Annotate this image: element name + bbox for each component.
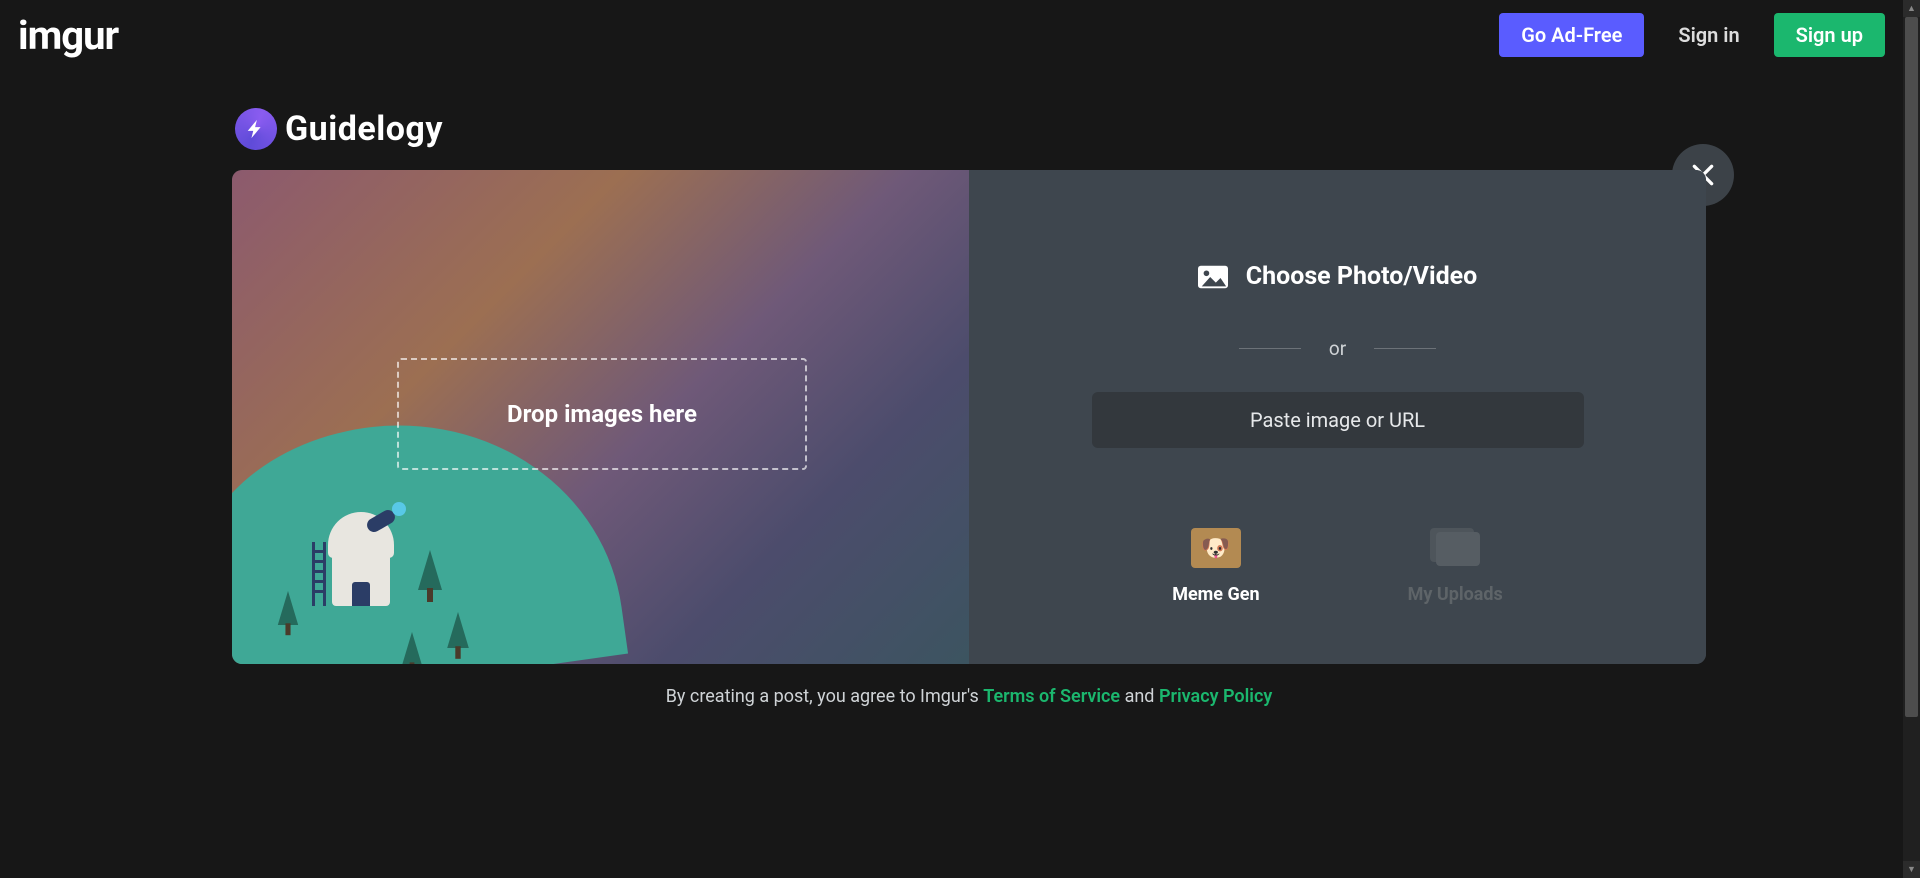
my-uploads-label: My Uploads <box>1408 584 1503 605</box>
upload-options-panel: Choose Photo/Video or 🐶 Meme Gen My Uplo… <box>969 170 1706 664</box>
my-uploads-button[interactable]: My Uploads <box>1408 528 1503 605</box>
scrollbar-thumb[interactable] <box>1905 17 1918 717</box>
drop-zone-label: Drop images here <box>507 400 697 428</box>
tree-icon <box>278 591 298 625</box>
drop-zone[interactable]: Drop images here <box>397 358 807 470</box>
legal-text: By creating a post, you agree to Imgur's… <box>232 686 1706 707</box>
top-nav: imgur Go Ad-Free Sign in Sign up <box>0 0 1903 70</box>
terms-of-service-link[interactable]: Terms of Service <box>983 686 1120 707</box>
meme-gen-label: Meme Gen <box>1172 584 1259 605</box>
guidelogy-badge[interactable]: Guidelogy <box>235 108 443 150</box>
or-label: or <box>1329 337 1346 360</box>
meme-gen-button[interactable]: 🐶 Meme Gen <box>1172 528 1259 605</box>
window-scrollbar[interactable]: ▲ ▼ <box>1903 0 1920 878</box>
tree-icon <box>418 550 442 590</box>
imgur-logo[interactable]: imgur <box>18 12 118 59</box>
secondary-options: 🐶 Meme Gen My Uploads <box>1172 528 1503 605</box>
guidelogy-bolt-icon <box>235 108 277 150</box>
legal-prefix: By creating a post, you agree to Imgur's <box>666 686 979 707</box>
privacy-policy-link[interactable]: Privacy Policy <box>1159 686 1272 707</box>
separator-line <box>1239 348 1301 349</box>
uploads-stack-icon <box>1430 528 1480 568</box>
tree-icon <box>447 612 469 648</box>
scroll-up-arrow-icon[interactable]: ▲ <box>1903 0 1920 17</box>
legal-and: and <box>1125 686 1155 707</box>
drop-panel[interactable]: Drop images here <box>232 170 969 664</box>
choose-photo-video-button[interactable]: Choose Photo/Video <box>1198 262 1478 291</box>
guidelogy-label: Guidelogy <box>285 109 443 149</box>
scroll-down-arrow-icon[interactable]: ▼ <box>1903 861 1920 878</box>
tree-icon <box>402 632 421 664</box>
paste-url-input[interactable] <box>1092 392 1584 448</box>
upload-modal: Drop images here Choose Photo/Video or 🐶… <box>232 170 1706 664</box>
observatory-illustration <box>312 506 402 606</box>
go-ad-free-button[interactable]: Go Ad-Free <box>1499 13 1644 57</box>
or-separator: or <box>1239 337 1436 360</box>
sign-up-button[interactable]: Sign up <box>1774 13 1885 57</box>
choose-label: Choose Photo/Video <box>1246 262 1478 291</box>
separator-line <box>1374 348 1436 349</box>
sign-in-button[interactable]: Sign in <box>1656 13 1761 57</box>
meme-dog-icon: 🐶 <box>1191 528 1241 568</box>
image-icon <box>1198 265 1228 289</box>
